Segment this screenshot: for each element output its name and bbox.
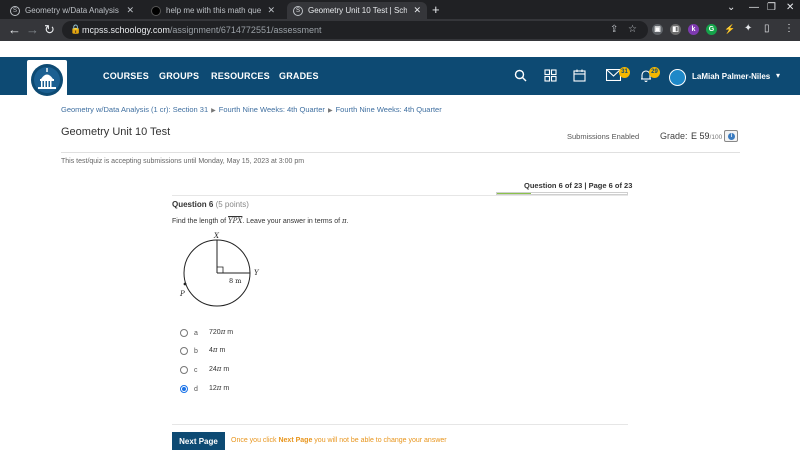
tab-title: Geometry w/Data Analysis (1 cr) <box>25 6 120 15</box>
chrome-menu-icon[interactable]: ⋮ <box>784 23 794 34</box>
address-bar[interactable]: 🔒 mcpss.schoology.com/assignment/6714772… <box>62 21 648 39</box>
submissions-status: Submissions Enabled <box>567 132 640 141</box>
divider <box>61 152 740 153</box>
forward-icon[interactable]: → <box>26 22 39 37</box>
radio-button[interactable] <box>180 329 188 337</box>
new-tab-icon[interactable]: + <box>432 2 440 17</box>
browser-toolbar: ← → ↻ 🔒 mcpss.schoology.com/assignment/6… <box>0 19 800 41</box>
choice-letter: d <box>194 386 198 393</box>
close-tab-icon[interactable]: ✕ <box>126 5 134 16</box>
breadcrumb-separator-icon: ▶ <box>211 108 216 114</box>
next-page-button[interactable]: Next Page <box>172 432 225 450</box>
notifications-count-badge: 29 <box>649 67 660 78</box>
info-icon: i <box>728 133 735 140</box>
breadcrumb-link[interactable]: Fourth Nine Weeks: 4th Quarter <box>219 105 325 114</box>
browser-tab-active[interactable]: S Geometry Unit 10 Test | Schoology ✕ <box>287 2 427 19</box>
browser-tab-strip: S Geometry w/Data Analysis (1 cr) ✕ help… <box>0 0 800 19</box>
next-page-warning: Once you click Next Page you will not be… <box>231 437 447 444</box>
browser-tab[interactable]: S Geometry w/Data Analysis (1 cr) ✕ <box>4 2 140 19</box>
question-heading: Question 6 (5 points) <box>172 200 249 209</box>
calendar-icon[interactable] <box>573 69 586 85</box>
user-name[interactable]: LaMiah Palmer-Niles <box>692 72 770 81</box>
nav-resources[interactable]: RESOURCES <box>211 71 270 81</box>
extension-k-icon[interactable]: k <box>688 24 699 35</box>
extensions-puzzle-icon[interactable]: ✦ <box>744 23 752 34</box>
choice-text: 4π m <box>209 346 226 354</box>
page-title: Geometry Unit 10 Test <box>61 126 171 138</box>
close-tab-icon[interactable]: ✕ <box>413 5 421 16</box>
radio-button[interactable] <box>180 347 188 355</box>
close-tab-icon[interactable]: ✕ <box>267 5 275 16</box>
nav-grades[interactable]: GRADES <box>279 71 319 81</box>
avatar[interactable] <box>669 69 686 86</box>
url-text: mcpss.schoology.com/assignment/671477255… <box>82 25 322 35</box>
bookmark-star-icon[interactable]: ☆ <box>628 24 637 35</box>
choice-text: 24π m <box>209 365 230 373</box>
tab-title: help me with this math question <box>166 6 262 15</box>
window-close-icon[interactable]: ✕ <box>786 2 794 13</box>
brainly-favicon-icon <box>151 5 161 16</box>
breadcrumb-link[interactable]: Fourth Nine Weeks: 4th Quarter <box>336 105 442 114</box>
grade-label: Grade: <box>660 131 688 141</box>
choice-letter: a <box>194 330 198 337</box>
side-panel-icon[interactable]: ▯ <box>764 23 770 34</box>
arc-name: YPX <box>228 217 243 225</box>
breadcrumb-separator-icon: ▶ <box>327 108 333 114</box>
chevron-down-icon[interactable]: ▾ <box>776 71 780 80</box>
apps-grid-icon[interactable] <box>544 69 557 85</box>
extension-lightning-icon[interactable]: ⚡ <box>724 24 735 35</box>
grammarly-icon[interactable]: G <box>706 24 717 35</box>
choice-text: 12π m <box>209 384 230 392</box>
radius-label: 8 m <box>229 277 241 285</box>
radio-button[interactable] <box>180 366 188 374</box>
right-angle-mark <box>217 266 224 273</box>
maximize-icon[interactable]: ❐ <box>767 2 776 13</box>
search-icon[interactable] <box>514 69 527 85</box>
share-icon[interactable]: ⇪ <box>610 24 618 35</box>
question-prompt: Find the length of YPX. Leave your answe… <box>172 217 349 225</box>
reload-icon[interactable]: ↻ <box>44 22 55 38</box>
messages-count-badge: 31 <box>619 67 630 78</box>
extension-icon[interactable]: ▣ <box>652 24 663 35</box>
question-progress-text: Question 6 of 23 | Page 6 of 23 <box>524 181 633 190</box>
grade-value: E 59/100 <box>691 131 723 141</box>
choice-letter: c <box>194 367 198 374</box>
lock-icon: 🔒 <box>70 24 82 34</box>
nav-courses[interactable]: COURSES <box>103 71 149 81</box>
radio-button-selected[interactable] <box>180 385 188 393</box>
grade-info-button[interactable]: i <box>724 130 738 142</box>
extension-icon[interactable]: ◧ <box>670 24 681 35</box>
availability-notice: This test/quiz is accepting submissions … <box>61 158 305 165</box>
label-y: Y <box>254 269 260 277</box>
label-p: P <box>179 290 185 298</box>
minimize-icon[interactable]: — <box>749 2 759 13</box>
schoology-favicon-icon: S <box>293 5 303 16</box>
breadcrumb-link[interactable]: Geometry w/Data Analysis (1 cr): Section… <box>61 105 208 114</box>
circle-figure: X Y P 8 m <box>179 232 260 307</box>
breadcrumb: Geometry w/Data Analysis (1 cr): Section… <box>61 105 442 114</box>
schoology-favicon-icon: S <box>10 5 20 16</box>
point-p <box>183 282 187 286</box>
school-logo[interactable] <box>27 60 67 100</box>
tab-title: Geometry Unit 10 Test | Schoology <box>308 6 408 15</box>
back-icon[interactable]: ← <box>8 22 21 37</box>
question-progress-fill <box>497 193 531 194</box>
choice-text: 720π m <box>209 328 234 336</box>
divider <box>172 424 628 425</box>
label-x: X <box>213 232 220 240</box>
nav-groups[interactable]: GROUPS <box>159 71 199 81</box>
tab-search-chevron-icon[interactable]: ⌄ <box>727 2 735 13</box>
choice-letter: b <box>194 348 198 355</box>
capitol-dome-icon <box>31 64 63 96</box>
divider <box>172 195 628 196</box>
browser-tab[interactable]: help me with this math question ✕ <box>145 2 281 19</box>
